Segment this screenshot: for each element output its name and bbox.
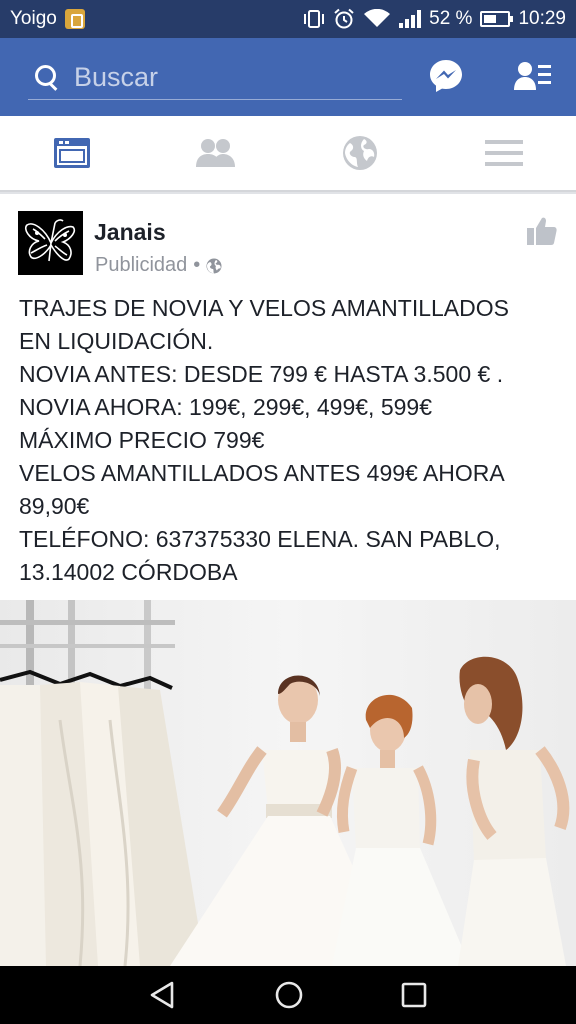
tab-news-feed[interactable] bbox=[0, 116, 144, 190]
post-header: Janais Publicidad • bbox=[18, 211, 558, 277]
app-header: Buscar bbox=[0, 38, 576, 116]
post-photo[interactable] bbox=[0, 600, 576, 966]
feed-divider bbox=[0, 192, 576, 194]
tab-notifications[interactable] bbox=[288, 116, 432, 190]
butterfly-logo-icon bbox=[24, 219, 75, 262]
news-feed-icon bbox=[54, 138, 90, 168]
post-text: TRAJES DE NOVIA Y VELOS AMANTILLADOS EN … bbox=[19, 295, 509, 585]
sim-icon bbox=[64, 9, 85, 29]
sponsored-label: Publicidad bbox=[95, 254, 188, 276]
page-avatar[interactable] bbox=[18, 211, 83, 275]
battery-percent: 52 % bbox=[429, 8, 473, 29]
search-input[interactable]: Buscar bbox=[74, 62, 158, 93]
tab-bar bbox=[0, 116, 576, 192]
public-globe-icon bbox=[206, 258, 222, 273]
clock: 10:29 bbox=[518, 8, 566, 29]
system-nav-bar bbox=[0, 966, 576, 1024]
brides-photo bbox=[0, 600, 576, 966]
menu-icon bbox=[485, 140, 523, 166]
status-bar: Yoigo 52 % 10:29 bbox=[0, 0, 576, 38]
tab-friends[interactable] bbox=[144, 116, 288, 190]
signal-icon bbox=[399, 10, 422, 28]
messenger-icon[interactable] bbox=[428, 58, 464, 94]
separator-dot: • bbox=[193, 254, 201, 276]
home-icon[interactable] bbox=[274, 980, 304, 1010]
search-icon bbox=[32, 63, 62, 93]
friends-icon bbox=[196, 139, 235, 167]
tab-menu[interactable] bbox=[432, 116, 576, 190]
battery-icon bbox=[480, 11, 514, 27]
recents-icon[interactable] bbox=[400, 981, 428, 1009]
carrier-name: Yoigo bbox=[10, 8, 57, 29]
sponsored-row: Publicidad • bbox=[95, 254, 222, 277]
wifi-icon bbox=[364, 9, 391, 27]
vibrate-icon bbox=[304, 10, 325, 28]
page-name[interactable]: Janais bbox=[94, 219, 166, 246]
search-bar[interactable]: Buscar bbox=[28, 56, 402, 100]
globe-icon bbox=[343, 136, 377, 170]
like-icon[interactable] bbox=[526, 215, 558, 247]
friend-requests-icon[interactable] bbox=[514, 60, 552, 94]
back-icon[interactable] bbox=[148, 980, 178, 1010]
alarm-icon bbox=[334, 8, 354, 29]
